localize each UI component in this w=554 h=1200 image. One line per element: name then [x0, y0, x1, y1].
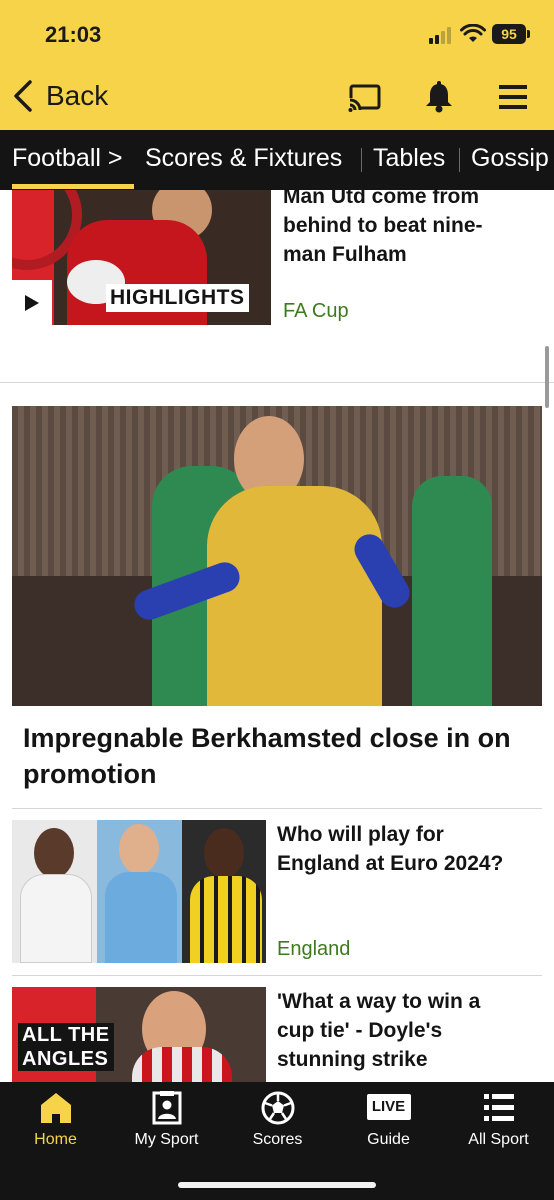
cast-icon[interactable] — [348, 80, 382, 114]
bell-icon[interactable] — [422, 80, 456, 114]
section-nav: Football > Scores & Fixtures Tables Goss… — [0, 130, 554, 190]
badge-line: ANGLES — [22, 1048, 109, 1070]
tab-home[interactable]: Home — [0, 1082, 111, 1168]
highlights-badge: HIGHLIGHTS — [106, 284, 249, 312]
all-the-angles-badge: ALL THE ANGLES — [18, 1023, 114, 1071]
back-label: Back — [46, 80, 109, 111]
tab-scores[interactable]: Scores — [222, 1082, 333, 1168]
app-header: Back — [0, 64, 554, 130]
player-green — [412, 476, 492, 706]
headline-line: cup tie' - Doyle's — [277, 1019, 443, 1042]
menu-icon[interactable] — [497, 80, 531, 114]
signal-icon — [429, 26, 455, 44]
tab-label: Home — [34, 1131, 77, 1148]
article-divider — [12, 808, 542, 809]
nav-item-gossip[interactable]: Gossip — [471, 144, 549, 173]
headline-line: Man Utd come from — [283, 190, 480, 208]
nav-item-scores-fixtures[interactable]: Scores & Fixtures — [145, 144, 342, 173]
hero-headline[interactable]: Impregnable Berkhamsted close in on prom… — [23, 720, 543, 792]
nav-separator — [459, 148, 460, 172]
home-icon — [40, 1093, 71, 1123]
headline-line: Impregnable Berkhamsted close in on — [23, 723, 511, 753]
tab-label: Scores — [252, 1131, 303, 1148]
nav-item-tables[interactable]: Tables — [373, 144, 445, 173]
player-panel — [12, 820, 97, 963]
article-tag[interactable]: England — [277, 938, 350, 961]
article-thumbnail[interactable]: HIGHLIGHTS — [12, 190, 271, 325]
article-tag[interactable]: FA Cup — [283, 300, 349, 323]
tab-all-sport[interactable]: All Sport — [443, 1082, 554, 1168]
my-sport-icon — [152, 1091, 181, 1125]
football-icon — [261, 1091, 294, 1125]
active-nav-indicator — [12, 184, 134, 189]
player-yellow-shirt — [207, 486, 382, 706]
article-feed[interactable]: HIGHLIGHTS Man Utd come from behind to b… — [0, 190, 554, 1082]
tab-label: My Sport — [134, 1131, 199, 1148]
article-divider — [12, 975, 542, 976]
headline-line: stunning strike — [277, 1048, 428, 1071]
battery-indicator: 95 — [492, 24, 530, 44]
nav-item-football[interactable]: Football > — [12, 144, 123, 173]
nav-separator — [361, 148, 362, 172]
article-headline[interactable]: Who will play for England at Euro 2024? — [277, 820, 543, 878]
headline-line: promotion — [23, 759, 157, 789]
wifi-icon — [460, 24, 486, 42]
headline-line: behind to beat nine- — [283, 214, 483, 237]
status-time: 21:03 — [45, 22, 102, 47]
scrollbar[interactable] — [545, 346, 549, 408]
article-headline[interactable]: 'What a way to win a cup tie' - Doyle's … — [277, 987, 543, 1074]
headline-line: man Fulham — [283, 243, 407, 266]
article-thumbnail[interactable]: ALL THE ANGLES — [12, 987, 266, 1082]
tab-label: All Sport — [468, 1131, 529, 1148]
hero-image[interactable] — [12, 406, 542, 706]
player-panel — [182, 820, 266, 963]
live-icon: LIVE — [366, 1094, 411, 1120]
headline-line: Who will play for — [277, 823, 444, 846]
article-headline[interactable]: Man Utd come from behind to beat nine- m… — [283, 190, 543, 269]
section-divider — [0, 382, 554, 383]
list-icon — [483, 1094, 514, 1121]
headline-line: 'What a way to win a — [277, 990, 481, 1013]
article-thumbnail[interactable] — [12, 820, 266, 963]
badge-line: ALL THE — [22, 1024, 110, 1046]
play-icon — [25, 295, 39, 311]
home-indicator[interactable] — [178, 1182, 376, 1188]
player-shirt — [132, 1047, 232, 1082]
headline-line: England at Euro 2024? — [277, 852, 504, 875]
back-button[interactable]: Back — [12, 78, 108, 114]
chevron-left-icon — [14, 80, 32, 112]
status-bar: 21:03 95 — [0, 0, 554, 64]
tab-label: Guide — [367, 1131, 410, 1148]
tab-my-sport[interactable]: My Sport — [111, 1082, 222, 1168]
player-panel — [97, 820, 182, 963]
tab-guide[interactable]: LIVE Guide — [333, 1082, 444, 1168]
